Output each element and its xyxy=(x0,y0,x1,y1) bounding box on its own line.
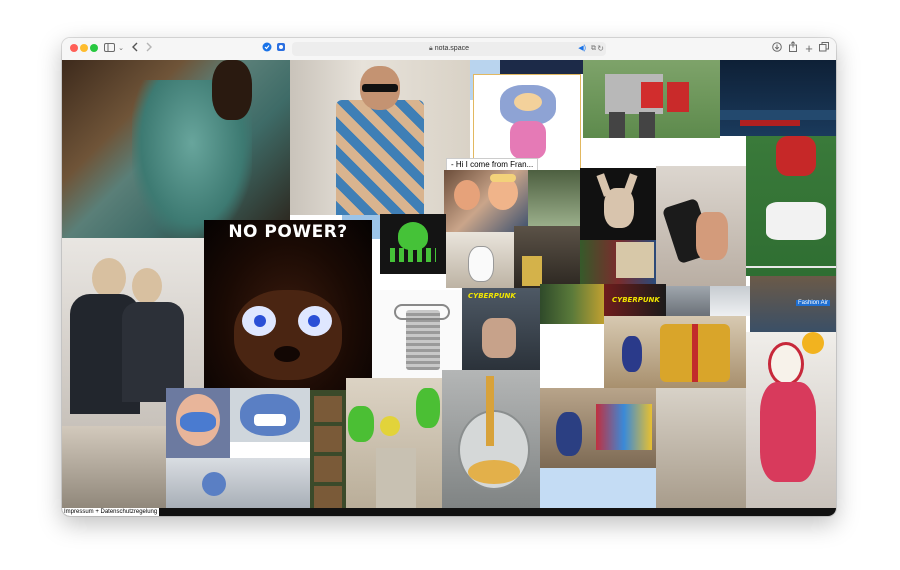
plus-icon[interactable]: + xyxy=(802,41,816,57)
close-window-button[interactable] xyxy=(70,44,78,52)
download-icon[interactable] xyxy=(770,41,784,57)
forward-button[interactable] xyxy=(142,41,156,57)
photo-fashion-air[interactable]: Fashion Air xyxy=(750,276,836,332)
color-block-sky xyxy=(540,468,656,510)
dark-strip xyxy=(500,60,583,74)
photo-green-gloves[interactable] xyxy=(346,378,442,510)
photo-outdoor-scene[interactable] xyxy=(528,170,580,226)
meme-caption: NO POWER? xyxy=(228,222,348,242)
extension-icon[interactable] xyxy=(274,41,288,57)
url-display[interactable]: 🔒︎ nota.space xyxy=(292,42,606,56)
chevron-left-icon xyxy=(132,42,138,52)
minecraft-dirt-blocks[interactable] xyxy=(310,390,346,510)
photo-football-match[interactable] xyxy=(746,136,836,276)
game-logo: CYBERPUNK xyxy=(468,292,516,300)
chevron-right-icon xyxy=(146,42,152,52)
photo-blurry-room[interactable] xyxy=(656,388,746,510)
photo-window[interactable] xyxy=(710,286,750,316)
back-button[interactable] xyxy=(128,41,142,57)
photo-trump-faces[interactable] xyxy=(444,170,528,232)
footer-bar xyxy=(62,508,836,516)
reload-icon[interactable]: ↻ xyxy=(597,42,604,56)
photo-stadium-dark[interactable] xyxy=(720,60,836,136)
zoom-window-button[interactable] xyxy=(90,44,98,52)
minimize-window-button[interactable] xyxy=(80,44,88,52)
address-bar[interactable]: 🔒︎ nota.space ◀) ⧉ ↻ xyxy=(292,42,606,56)
photo-sink-spaghetti[interactable] xyxy=(442,370,540,510)
photo-colorful-panels[interactable] xyxy=(580,240,656,284)
grater-toilet-paper[interactable] xyxy=(372,290,462,378)
tab-overview-icon[interactable] xyxy=(817,41,831,57)
browser-toolbar: ⌄ 🔒︎ nota.space ◀) ⧉ ↻ + xyxy=(62,38,836,61)
lock-icon: 🔒︎ xyxy=(429,45,433,52)
translate-icon[interactable]: ⧉ xyxy=(591,42,596,56)
impressum-link[interactable]: Impressum + Datenschutzregelung xyxy=(62,508,160,516)
meme-no-power[interactable]: NO POWER? xyxy=(204,220,372,392)
url-text: nota.space xyxy=(434,45,469,52)
photo-shelves[interactable] xyxy=(514,226,580,290)
photo-kid-face[interactable] xyxy=(166,388,230,458)
game-logo-2: CYBERPUNK xyxy=(612,296,660,304)
photo-man-hawaiian-shirt[interactable] xyxy=(62,60,290,238)
photo-hands-phone[interactable] xyxy=(656,166,746,286)
browser-window: ⌄ 🔒︎ nota.space ◀) ⧉ ↻ + - Hi I come fro… xyxy=(62,38,836,516)
photo-pink-figure[interactable] xyxy=(746,332,836,510)
share-icon[interactable] xyxy=(786,41,800,57)
photo-man-sticky-notes[interactable] xyxy=(290,60,470,215)
minecraft-robot-render[interactable] xyxy=(583,60,720,138)
photo-floor[interactable] xyxy=(62,426,166,510)
photo-classroom[interactable] xyxy=(166,458,310,510)
photo-video-game-thumbnail[interactable] xyxy=(540,284,604,324)
photo-cyberpunk-game[interactable]: CYBERPUNK xyxy=(462,288,540,370)
photo-kid-toys[interactable] xyxy=(540,388,656,468)
privacy-shield-icon[interactable] xyxy=(260,41,274,57)
collage-canvas: - Hi I come from Fran... NO POWER? CYBER… xyxy=(62,60,836,516)
green-octopus-render[interactable] xyxy=(380,214,446,274)
chevron-down-icon[interactable]: ⌄ xyxy=(114,41,128,57)
photo-bunny-figure[interactable] xyxy=(580,168,656,240)
photo-toilet[interactable] xyxy=(446,232,514,288)
photo-cyberpunk-thumbnail[interactable]: CYBERPUNK xyxy=(604,284,666,316)
audio-icon[interactable]: ◀) xyxy=(578,42,586,56)
photo-room[interactable] xyxy=(666,286,710,316)
photo-gold-gifts[interactable] xyxy=(604,316,746,388)
video-badge: Fashion Air xyxy=(795,300,830,306)
photo-shark-face[interactable] xyxy=(230,388,310,442)
